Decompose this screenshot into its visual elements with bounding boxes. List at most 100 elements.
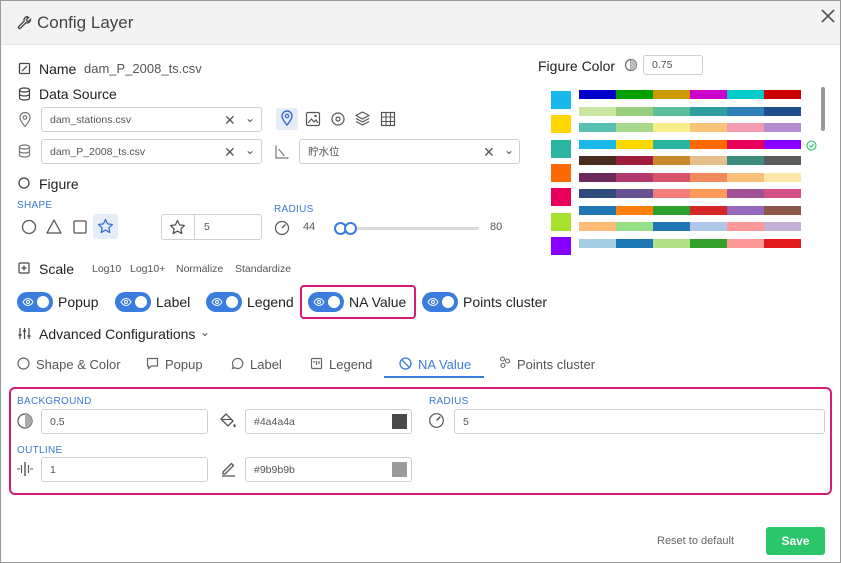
tab-shape-color[interactable]: Shape & Color bbox=[36, 357, 121, 372]
size-value[interactable]: 5 bbox=[204, 221, 210, 233]
chevron-down-icon[interactable]: ⌄ bbox=[245, 111, 255, 125]
layers-icon[interactable] bbox=[354, 110, 371, 127]
scale-option-log10plus[interactable]: Log10+ bbox=[130, 263, 165, 275]
chevron-down-icon[interactable]: ⌄ bbox=[200, 325, 210, 339]
palette-scrollbar[interactable] bbox=[821, 87, 825, 131]
palette-color bbox=[727, 156, 764, 165]
color-palette[interactable] bbox=[579, 106, 801, 116]
tab-label[interactable]: Label bbox=[250, 357, 282, 372]
palette-color bbox=[579, 205, 616, 215]
outline-color-swatch[interactable] bbox=[392, 462, 407, 477]
opacity-icon bbox=[17, 413, 33, 429]
circle-icon bbox=[18, 177, 30, 189]
toggle-knob bbox=[37, 296, 49, 308]
data-source-label: Data Source bbox=[39, 86, 117, 102]
palette-color bbox=[653, 222, 690, 231]
background-opacity-input[interactable]: 0.5 bbox=[41, 409, 208, 434]
point-layer-type-button[interactable] bbox=[276, 108, 298, 130]
color-swatch[interactable] bbox=[551, 236, 571, 255]
color-palette[interactable] bbox=[579, 222, 801, 231]
star-shape-button[interactable] bbox=[93, 214, 118, 239]
palette-color bbox=[764, 205, 801, 215]
background-color-input[interactable]: #4a4a4a bbox=[245, 409, 412, 434]
clear-icon[interactable]: ✕ bbox=[224, 144, 236, 161]
color-swatch[interactable] bbox=[551, 115, 571, 134]
figure-label: Figure bbox=[39, 176, 79, 192]
grid-icon[interactable] bbox=[380, 111, 396, 127]
color-palette[interactable] bbox=[579, 123, 801, 132]
close-icon[interactable] bbox=[819, 7, 837, 25]
radius-slider-handle-max[interactable] bbox=[344, 222, 357, 235]
field-select[interactable]: 貯水位 ✕ ⌄ bbox=[299, 139, 520, 164]
map-pin-icon bbox=[281, 110, 293, 127]
circle-icon bbox=[17, 357, 30, 370]
save-button[interactable]: Save bbox=[766, 527, 825, 555]
color-palette[interactable] bbox=[579, 90, 801, 99]
toggle-popup[interactable] bbox=[17, 292, 53, 312]
size-stepper[interactable]: 5 bbox=[161, 214, 262, 240]
toggle-label[interactable] bbox=[115, 292, 151, 312]
color-palette[interactable] bbox=[579, 205, 801, 215]
gauge-icon bbox=[429, 413, 444, 428]
reset-to-default-button[interactable]: Reset to default bbox=[657, 535, 734, 547]
outline-width-value: 1 bbox=[50, 463, 56, 476]
palette-color bbox=[616, 156, 653, 165]
na-radius-input[interactable]: 5 bbox=[454, 409, 825, 434]
color-palette[interactable] bbox=[579, 172, 801, 182]
axis-icon bbox=[275, 145, 289, 159]
figure-opacity-value: 0.75 bbox=[652, 59, 673, 71]
scale-option-log10[interactable]: Log10 bbox=[92, 263, 121, 275]
tab-points-cluster[interactable]: Points cluster bbox=[517, 357, 595, 372]
chevron-down-icon[interactable]: ⌄ bbox=[245, 143, 255, 157]
background-opacity-value: 0.5 bbox=[50, 415, 65, 428]
outline-color-input[interactable]: #9b9b9b bbox=[245, 457, 412, 482]
tab-na-value[interactable]: NA Value bbox=[418, 357, 471, 372]
scale-option-normalize[interactable]: Normalize bbox=[176, 263, 223, 275]
palette-color bbox=[616, 123, 653, 132]
palette-color bbox=[653, 172, 690, 182]
clear-icon[interactable]: ✕ bbox=[224, 112, 236, 129]
location-file-select[interactable]: dam_stations.csv ✕ ⌄ bbox=[41, 107, 262, 132]
image-icon[interactable] bbox=[305, 111, 321, 127]
outline-width-input[interactable]: 1 bbox=[41, 457, 208, 482]
palette-color bbox=[727, 139, 764, 149]
color-palette[interactable] bbox=[579, 139, 801, 149]
background-color-value: #4a4a4a bbox=[254, 415, 295, 428]
palette-color bbox=[764, 222, 801, 231]
toggle-label: Points cluster bbox=[463, 294, 548, 310]
figure-opacity-input[interactable]: 0.75 bbox=[643, 55, 703, 75]
toggle-points-cluster[interactable] bbox=[422, 292, 458, 312]
star-icon bbox=[169, 219, 186, 235]
color-swatch[interactable] bbox=[551, 163, 571, 182]
tab-popup[interactable]: Popup bbox=[165, 357, 203, 372]
advanced-configurations-label[interactable]: Advanced Configurations bbox=[39, 326, 195, 342]
scale-icon bbox=[18, 262, 30, 274]
color-palette[interactable] bbox=[579, 238, 801, 248]
data-file-value: dam_P_2008_ts.csv bbox=[50, 145, 146, 158]
color-palette[interactable] bbox=[579, 189, 801, 198]
pencil-icon bbox=[222, 462, 235, 477]
tab-legend[interactable]: Legend bbox=[329, 357, 372, 372]
palette-color bbox=[727, 189, 764, 198]
color-palette[interactable] bbox=[579, 156, 801, 165]
clear-icon[interactable]: ✕ bbox=[483, 144, 495, 161]
color-swatch[interactable] bbox=[551, 139, 571, 158]
radius-max-value: 80 bbox=[490, 221, 503, 233]
data-file-select[interactable]: dam_P_2008_ts.csv ✕ ⌄ bbox=[41, 139, 262, 164]
toggle-legend[interactable] bbox=[206, 292, 242, 312]
triangle-shape-icon[interactable] bbox=[45, 218, 63, 235]
circle-shape-icon[interactable] bbox=[21, 219, 37, 235]
palette-color bbox=[616, 90, 653, 99]
square-shape-icon[interactable] bbox=[72, 219, 88, 235]
color-swatch[interactable] bbox=[551, 91, 571, 109]
radar-icon[interactable] bbox=[330, 111, 346, 127]
color-swatch[interactable] bbox=[551, 188, 571, 207]
palette-color bbox=[616, 222, 653, 231]
palette-color bbox=[616, 172, 653, 182]
eye-icon bbox=[211, 297, 223, 307]
color-swatch[interactable] bbox=[551, 212, 571, 231]
scale-option-standardize[interactable]: Standardize bbox=[235, 263, 291, 275]
background-color-swatch[interactable] bbox=[392, 414, 407, 429]
chevron-down-icon[interactable]: ⌄ bbox=[504, 143, 514, 157]
radius-slider-track[interactable] bbox=[339, 227, 479, 230]
